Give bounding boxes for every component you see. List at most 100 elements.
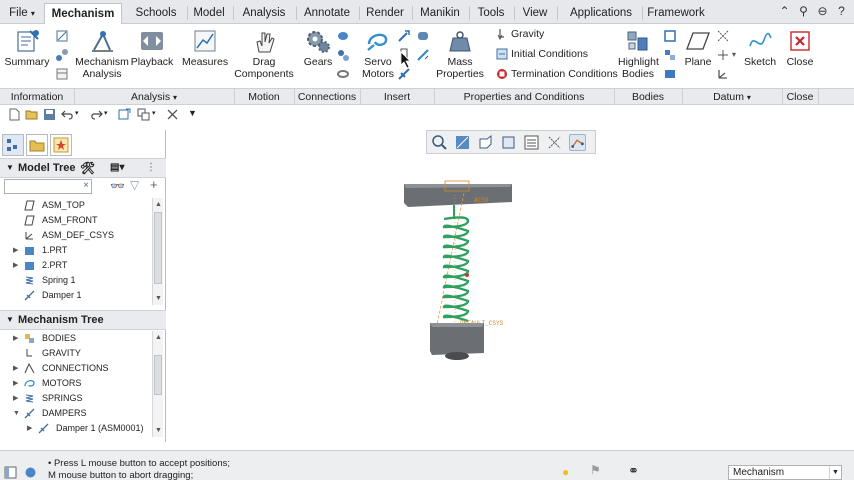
scroll-down-icon[interactable]: ▼ [154,294,163,303]
scroll-up-icon[interactable]: ▲ [154,200,163,209]
search-icon[interactable]: ⚲ [797,4,810,18]
tab-render[interactable]: Render [362,3,408,24]
redo-icon[interactable] [90,108,103,121]
expand-triangle-icon[interactable]: ▶ [13,391,18,406]
mass-properties-button[interactable]: Mass Properties [436,28,484,80]
zoom-in-icon[interactable] [454,134,471,151]
tab-annotate[interactable]: Annotate [299,3,355,24]
slot-icon[interactable] [336,48,350,62]
datum-axis-icon[interactable] [716,29,730,43]
funnel-icon[interactable]: ▽ [130,178,139,192]
belt-icon[interactable] [336,67,350,81]
expand-triangle-icon[interactable]: ▶ [13,376,18,391]
group-analysis[interactable]: Analysis ▾ [74,91,234,105]
favorites-tab[interactable] [50,134,72,156]
measures-button[interactable]: Measures [182,28,228,68]
tab-mechanism[interactable]: Mechanism [44,3,122,24]
tab-manikin[interactable]: Manikin [415,3,465,24]
chevron-down-icon[interactable]: ▾ [732,50,736,59]
damper-small-icon[interactable] [397,67,411,81]
gravity-button[interactable]: Gravity [496,28,544,40]
scrollbar-thumb[interactable] [154,355,162,395]
repaint-icon[interactable] [500,134,517,151]
windows-icon[interactable] [137,108,150,121]
scroll-up-icon[interactable]: ▲ [154,333,163,342]
browser-toggle-icon[interactable] [24,466,37,479]
highlight-bodies-button[interactable]: Highlight Bodies [618,28,659,80]
termination-conditions-button[interactable]: Termination Conditions [496,68,618,80]
selection-filter-dropdown[interactable]: Mechanism ▼ [728,465,842,480]
settings-icon[interactable]: ⊖ [816,4,829,18]
tab-tools[interactable]: Tools [472,3,510,24]
find-binoculars-icon[interactable]: ⚭ [628,463,639,479]
tab-analysis[interactable]: Analysis [236,3,292,24]
model-viewport[interactable]: ACS0 DEFAULT_CSYS [392,175,532,370]
expand-triangle-icon[interactable]: ▶ [13,258,18,273]
new-file-icon[interactable] [8,108,21,121]
reconnect-icon[interactable] [663,48,677,62]
summary-button[interactable]: Summary [4,28,50,68]
expand-triangle-icon[interactable]: ▶ [13,331,18,346]
flag-icon[interactable]: ⚑ [590,463,601,477]
folder-browser-tab[interactable] [26,134,48,156]
drag-components-button[interactable]: Drag Components [234,28,294,80]
mechanism-analysis-button[interactable]: Mechanism Analysis [74,28,130,80]
customize-toolbar-icon[interactable]: ▼ [188,108,197,118]
plane-button[interactable]: Plane [682,28,714,68]
mechanism-tree-scrollbar[interactable]: ▲ ▼ [152,331,163,437]
binoculars-icon[interactable]: 👓 [110,179,125,193]
expand-triangle-icon[interactable]: ▶ [13,243,18,258]
chevron-down-icon[interactable]: ▾ [104,109,108,117]
clear-search-icon[interactable]: × [83,180,89,191]
close-window-icon[interactable] [166,108,179,121]
tab-schools[interactable]: Schools [128,3,184,24]
chevron-down-icon[interactable]: ▼ [829,466,841,479]
force-motor-icon[interactable] [397,29,411,43]
display-style-icon[interactable] [569,134,586,151]
close-button[interactable]: Close [783,28,817,68]
sketch-button[interactable]: Sketch [742,28,778,68]
navigator-toggle-icon[interactable] [4,466,17,479]
cam-icon[interactable] [336,29,350,43]
expand-triangle-icon[interactable]: ▶ [13,361,18,376]
view-manager-icon[interactable] [546,134,563,151]
tree-filter-icon[interactable]: ⋮ [146,159,156,177]
datum-point-icon[interactable] [716,48,730,62]
tab-file[interactable]: File ▾ [4,3,40,24]
tab-applications[interactable]: Applications [560,3,642,24]
regen-status-icon[interactable]: ● [562,465,569,479]
open-folder-icon[interactable] [25,108,38,121]
gears-button[interactable]: Gears [301,28,335,68]
model-tree-tab[interactable] [2,134,24,156]
bushing-icon[interactable] [416,29,430,43]
force-torque-icon[interactable] [416,48,430,62]
chevron-down-icon[interactable]: ▾ [75,109,79,117]
mechanism-tree-header[interactable]: ▼ Mechanism Tree [0,310,166,330]
zoom-out-icon[interactable] [477,134,494,151]
initial-conditions-button[interactable]: Initial Conditions [496,48,588,60]
collapse-triangle-icon[interactable]: ▼ [6,311,14,329]
coordinate-system-icon[interactable] [716,67,730,81]
table-icon[interactable] [55,67,69,81]
save-icon[interactable] [43,108,56,121]
model-tree-scrollbar[interactable]: ▲ ▼ [152,198,163,305]
sensor-icon[interactable] [55,48,69,62]
ground-body-icon[interactable] [663,67,677,81]
undo-icon[interactable] [61,108,74,121]
tab-framework[interactable]: Framework [644,3,708,24]
saved-orientations-icon[interactable] [523,134,540,151]
group-datum[interactable]: Datum ▾ [682,91,782,105]
chevron-down-icon[interactable]: ▾ [152,109,156,117]
servo-motors-button[interactable]: Servo Motors [360,28,396,80]
caret-up-icon[interactable]: ⌃ [778,4,791,18]
refit-icon[interactable] [431,134,448,151]
tree-search-input[interactable]: × [4,179,92,194]
tab-model[interactable]: Model [189,3,229,24]
help-icon[interactable]: ? [835,4,848,18]
collapse-triangle-icon[interactable]: ▼ [13,406,20,421]
scroll-down-icon[interactable]: ▼ [154,426,163,435]
body-definition-icon[interactable] [663,29,677,43]
regenerate-icon[interactable] [118,108,131,121]
tree-columns-icon[interactable]: ▤▾ [110,159,124,177]
expand-triangle-icon[interactable]: ▶ [27,421,32,436]
